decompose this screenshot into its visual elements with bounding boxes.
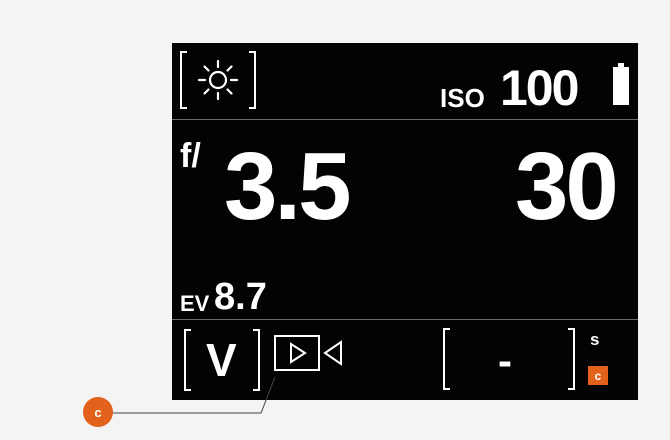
battery-icon bbox=[613, 63, 629, 105]
self-timer-indicator[interactable]: - bbox=[443, 328, 575, 390]
iso-value: 100 bbox=[500, 60, 579, 116]
bracket-right bbox=[249, 51, 256, 109]
bracket-right bbox=[568, 328, 575, 390]
iso-label: ISO bbox=[440, 83, 485, 113]
sun-icon bbox=[197, 59, 239, 101]
bracket-right bbox=[253, 329, 260, 391]
divider-top bbox=[172, 119, 638, 120]
timer-value: - bbox=[498, 337, 512, 384]
video-mode-icon[interactable] bbox=[273, 334, 353, 374]
divider-bottom bbox=[172, 319, 638, 320]
timer-unit: s bbox=[590, 330, 600, 349]
bracket-left bbox=[180, 51, 187, 109]
white-balance-indicator[interactable] bbox=[180, 51, 256, 109]
ev-value: 8.7 bbox=[214, 276, 267, 318]
callout-marker: c bbox=[83, 397, 113, 427]
aperture-value[interactable]: 3.5 bbox=[224, 139, 351, 235]
mode-indicator[interactable]: V bbox=[184, 329, 260, 391]
shutter-speed-value[interactable]: 30 bbox=[515, 139, 619, 235]
bracket-left bbox=[443, 328, 450, 390]
aperture-prefix: f/ bbox=[180, 137, 201, 175]
timer-c-badge: c bbox=[588, 366, 608, 385]
ev-label: EV bbox=[180, 291, 210, 316]
camera-display: ISO 100 f/ 3.5 30 EV 8.7 V - s c bbox=[172, 43, 638, 400]
mode-label: V bbox=[206, 334, 237, 386]
bracket-left bbox=[184, 329, 191, 391]
